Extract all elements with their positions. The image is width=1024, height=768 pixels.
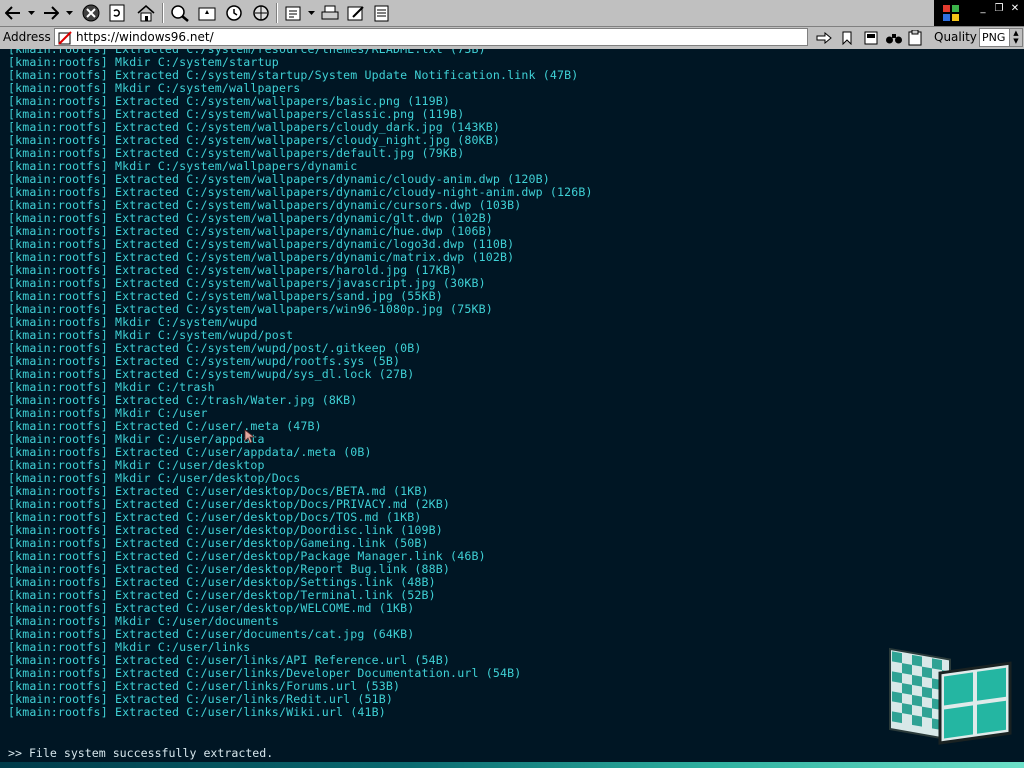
mail-icon[interactable]: [282, 2, 306, 24]
toolbar-separator: [162, 3, 164, 23]
browser-toolbar: _ ❐ ✕: [0, 0, 1024, 27]
toolbar-separator: [276, 3, 278, 23]
back-icon[interactable]: [2, 2, 24, 24]
windows96-logo-icon: [889, 647, 1012, 745]
quality-value: PNG: [982, 31, 1006, 44]
address-bar-row: Address https://windows96.net/ Quality P…: [0, 27, 1024, 49]
history-icon[interactable]: [222, 2, 246, 24]
windows-logo-icon: [942, 4, 960, 22]
quality-label: Quality: [934, 30, 977, 44]
home-icon[interactable]: [134, 2, 158, 24]
status-prompt: >> File system successfully extracted.: [8, 746, 274, 760]
minimize-icon[interactable]: _: [976, 3, 990, 15]
close-icon[interactable]: ✕: [1008, 3, 1022, 15]
spinner-arrows-icon[interactable]: ▲ ▼: [1009, 29, 1022, 46]
edit-icon[interactable]: [344, 2, 368, 24]
page-info-icon[interactable]: [862, 29, 880, 47]
binoculars-icon[interactable]: [884, 29, 904, 47]
favorites-icon[interactable]: [195, 2, 219, 24]
quality-select[interactable]: PNG ▲ ▼: [979, 28, 1023, 47]
address-url: https://windows96.net/: [76, 30, 214, 44]
boot-terminal: [kmain:rootfs] Extracted C:/system/resou…: [0, 49, 1024, 768]
back-dropdown-icon[interactable]: [26, 2, 36, 24]
refresh-icon[interactable]: [106, 2, 128, 24]
search-icon[interactable]: [168, 2, 192, 24]
extraction-log: [kmain:rootfs] Extracted C:/system/resou…: [8, 49, 593, 719]
address-input[interactable]: https://windows96.net/: [54, 28, 808, 46]
discuss-icon[interactable]: [370, 2, 394, 24]
clipboard-icon[interactable]: [906, 29, 924, 47]
log-line: [kmain:rootfs] Extracted C:/user/links/W…: [8, 705, 386, 719]
go-icon[interactable]: [814, 29, 834, 47]
loading-bar: [0, 762, 1024, 768]
mouse-cursor-icon: [244, 429, 256, 444]
stop-icon[interactable]: [80, 2, 102, 24]
print-icon[interactable]: [318, 2, 342, 24]
forward-dropdown-icon[interactable]: [64, 2, 74, 24]
browser-brand-area: _ ❐ ✕: [934, 0, 1024, 26]
forward-icon[interactable]: [40, 2, 62, 24]
restore-icon[interactable]: ❐: [992, 3, 1006, 15]
channels-icon[interactable]: [249, 2, 273, 24]
insecure-page-icon: [58, 30, 72, 45]
bookmark-icon[interactable]: [838, 29, 856, 47]
address-label: Address: [3, 30, 51, 44]
mail-dropdown-icon[interactable]: [306, 2, 316, 24]
